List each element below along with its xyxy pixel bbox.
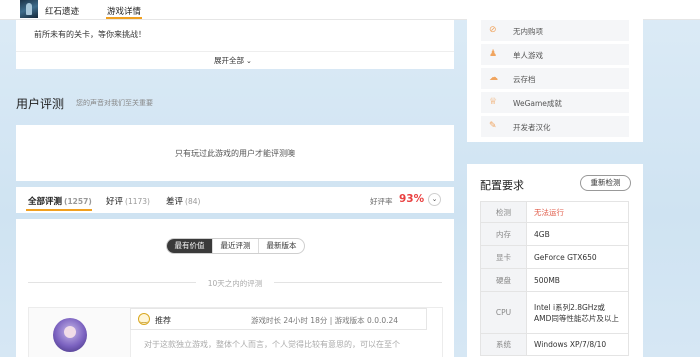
tab-positive-reviews[interactable]: 好评 (1173) — [106, 195, 150, 207]
feature-item: ⊘ 无内购项 — [481, 20, 629, 41]
feature-label: 无内购项 — [513, 27, 543, 36]
feature-item: ✎ 开发者汉化 — [481, 116, 629, 137]
game-name[interactable]: 红石遗迹 — [45, 5, 79, 17]
tab-negative-count: (84) — [185, 197, 201, 206]
spec-value: 500MB — [526, 268, 629, 292]
tab-game-detail[interactable]: 游戏详情 — [107, 5, 141, 17]
feature-label: 开发者汉化 — [513, 123, 551, 132]
review-play-meta: 游戏时长 24小时 18分 | 游戏版本 0.0.0.24 — [251, 316, 399, 325]
tab-all-reviews[interactable]: 全部评测 (1257) — [28, 195, 92, 207]
feature-item: ♕ WeGame成就 — [481, 92, 629, 113]
tab-all-count: (1257) — [64, 197, 92, 206]
spec-value: Intel i系列2.8GHz或AMD同等性能芯片及以上 — [526, 291, 629, 334]
system-requirements-card: 配置要求 重新检测 检测 无法运行 内存 4GB 显卡 GeForce GTX6… — [467, 164, 643, 357]
chevron-down-icon: ⌄ — [246, 57, 252, 65]
trophy-icon: ♕ — [489, 97, 498, 107]
table-row: 检测 无法运行 — [480, 201, 629, 223]
game-features-card: ⊘ 无内购项 ♟ 单人游戏 ☁ 云存档 ♕ WeGame成就 ✎ 开发者汉化 — [467, 0, 643, 142]
game-thumbnail[interactable] — [20, 0, 38, 18]
single-player-icon: ♟ — [489, 49, 498, 59]
spec-value: Windows XP/7/8/10 — [526, 333, 629, 356]
spec-value: 无法运行 — [526, 201, 629, 223]
expand-all-button[interactable]: 展开全部 ⌄ — [214, 55, 252, 66]
reviewer-info — [28, 307, 131, 357]
sort-most-valuable[interactable]: 最有价值 — [167, 239, 213, 253]
feature-item: ☁ 云存档 — [481, 68, 629, 89]
feature-label: WeGame成就 — [513, 99, 562, 108]
review-snippet: 对于这款独立游戏，整体个人而言，个人觉得比较有意思的，可以在至个 — [144, 340, 400, 349]
reviews-list-card: 最有价值 最近评测 最新版本 10天之内的评测 ‿ 推荐 游戏时长 24小时 1… — [16, 219, 454, 357]
positive-rate-label: 好评率 — [370, 197, 393, 206]
recheck-button[interactable]: 重新检测 — [580, 175, 631, 191]
review-notice-card: 只有玩过此游戏的用户才能评测噢 — [16, 125, 454, 181]
review-verdict-bar: ‿ 推荐 游戏时长 24小时 18分 | 游戏版本 0.0.0.24 — [130, 308, 427, 330]
spec-key: 硬盘 — [480, 268, 527, 292]
feature-label: 单人游戏 — [513, 51, 543, 60]
spec-key: 显卡 — [480, 245, 527, 269]
tab-positive-count: (1173) — [125, 197, 150, 206]
active-review-tab-indicator — [26, 209, 92, 211]
table-row: CPU Intel i系列2.8GHz或AMD同等性能芯片及以上 — [480, 291, 629, 334]
spec-value: GeForce GTX650 — [526, 245, 629, 269]
tab-negative-label: 差评 — [166, 197, 184, 207]
game-intro-card: 前所未有的关卡，等你来挑战！ 展开全部 ⌄ — [16, 20, 454, 69]
table-row: 显卡 GeForce GTX650 — [480, 245, 629, 269]
reviews-section-subtitle: 您的声音对我们至关重要 — [76, 99, 153, 107]
feature-label: 云存档 — [513, 75, 536, 84]
positive-rate-value: 93% — [399, 193, 425, 205]
active-tab-indicator — [106, 17, 142, 19]
intro-text: 前所未有的关卡，等你来挑战！ — [34, 30, 146, 39]
rate-expand-chevron-icon[interactable]: ⌄ — [428, 193, 441, 206]
table-row: 硬盘 500MB — [480, 268, 629, 292]
expand-all-label: 展开全部 — [214, 56, 244, 65]
review-notice-text: 只有玩过此游戏的用户才能评测噢 — [175, 149, 295, 158]
review-tabs-bar: 全部评测 (1257) 好评 (1173) 差评 (84) 好评率 93% ⌄ — [16, 187, 454, 213]
divider — [16, 51, 454, 52]
edit-icon: ✎ — [489, 121, 497, 131]
spec-key: 检测 — [480, 201, 527, 223]
sort-recent[interactable]: 最近评测 — [213, 239, 259, 253]
config-title: 配置要求 — [480, 179, 524, 192]
spec-key: CPU — [480, 291, 527, 334]
cloud-save-icon: ☁ — [489, 73, 498, 83]
smile-icon: ‿ — [138, 313, 150, 325]
spec-table: 检测 无法运行 内存 4GB 显卡 GeForce GTX650 硬盘 500M… — [480, 201, 629, 356]
sort-latest-version[interactable]: 最新版本 — [259, 239, 304, 253]
table-row: 内存 4GB — [480, 222, 629, 246]
divider — [274, 282, 442, 283]
avatar[interactable] — [53, 318, 87, 352]
tab-negative-reviews[interactable]: 差评 (84) — [166, 195, 200, 207]
spec-value: 4GB — [526, 222, 629, 246]
tab-all-label: 全部评测 — [28, 197, 63, 207]
feature-item: ♟ 单人游戏 — [481, 44, 629, 65]
globe-off-icon: ⊘ — [489, 25, 497, 35]
spec-key: 系统 — [480, 333, 527, 356]
tab-positive-label: 好评 — [106, 197, 124, 207]
table-row: 系统 Windows XP/7/8/10 — [480, 333, 629, 356]
reviews-section-title: 用户评测 — [16, 97, 65, 111]
review-verdict: 推荐 — [155, 316, 171, 325]
review-sort-selector: 最有价值 最近评测 最新版本 — [166, 238, 305, 254]
review-period-label: 10天之内的评测 — [207, 279, 263, 288]
review-item: ‿ 推荐 游戏时长 24小时 18分 | 游戏版本 0.0.0.24 对于这款独… — [130, 307, 443, 357]
spec-key: 内存 — [480, 222, 527, 246]
